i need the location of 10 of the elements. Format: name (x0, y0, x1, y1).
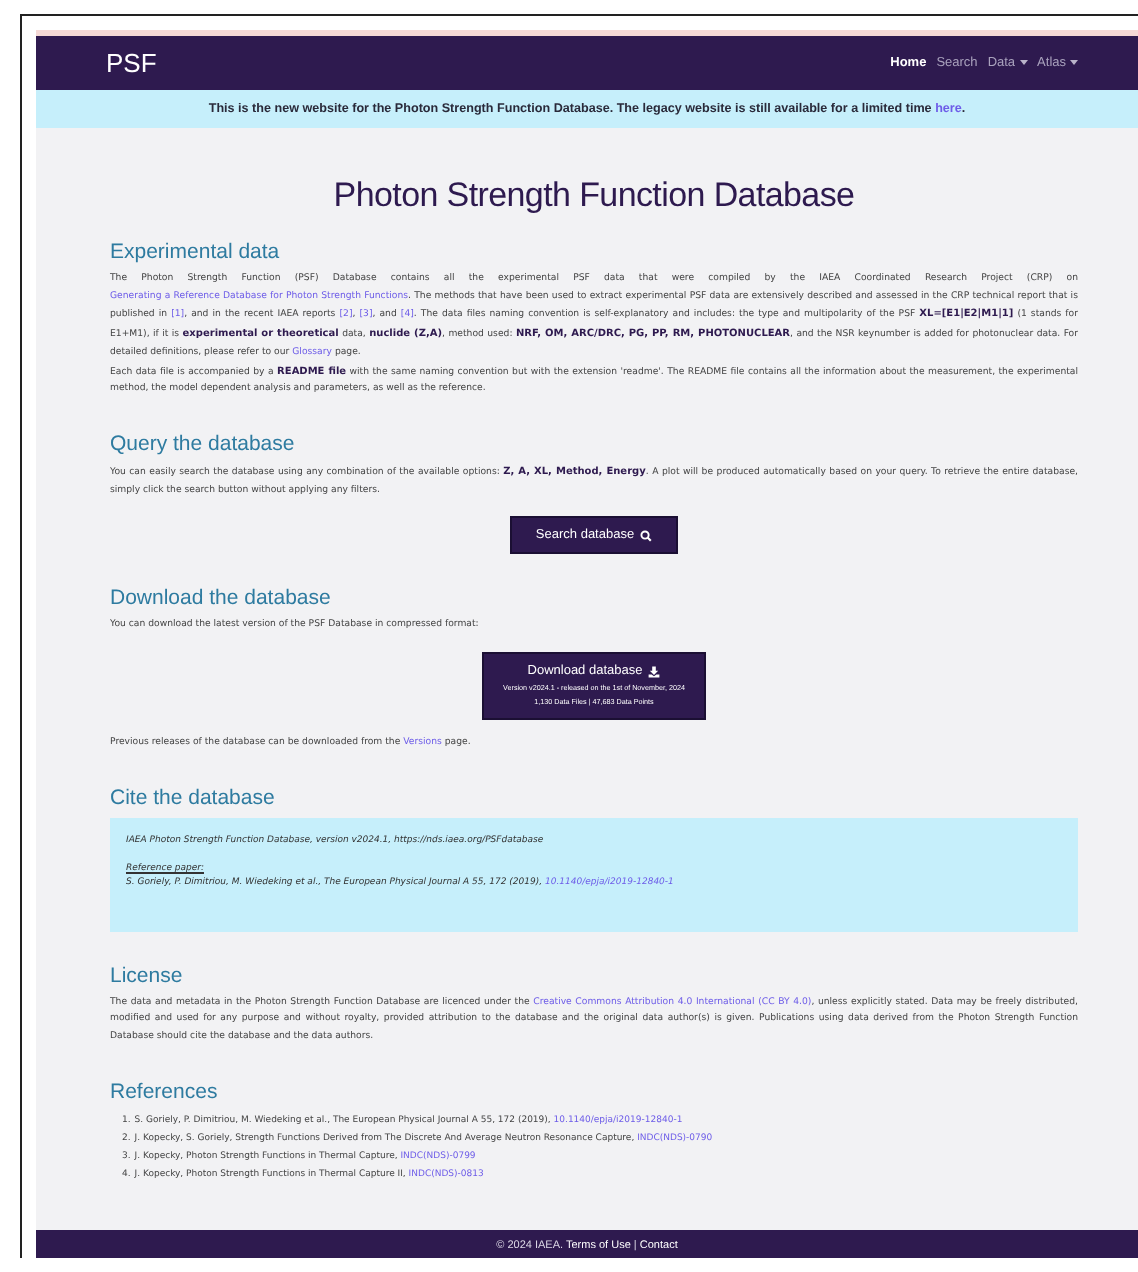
search-icon (640, 529, 653, 542)
section-heading: Download the database (110, 586, 333, 611)
section-heading: Experimental data (110, 240, 282, 264)
page-title: Photon Strength Function Database (331, 176, 857, 216)
section-heading: License (110, 963, 185, 988)
download-icon (648, 665, 661, 678)
section-heading: References (110, 1079, 220, 1104)
section-heading: Cite the database (110, 785, 277, 810)
section-heading: Query the database (110, 431, 297, 456)
brand-logo[interactable]: PSF (106, 48, 157, 78)
